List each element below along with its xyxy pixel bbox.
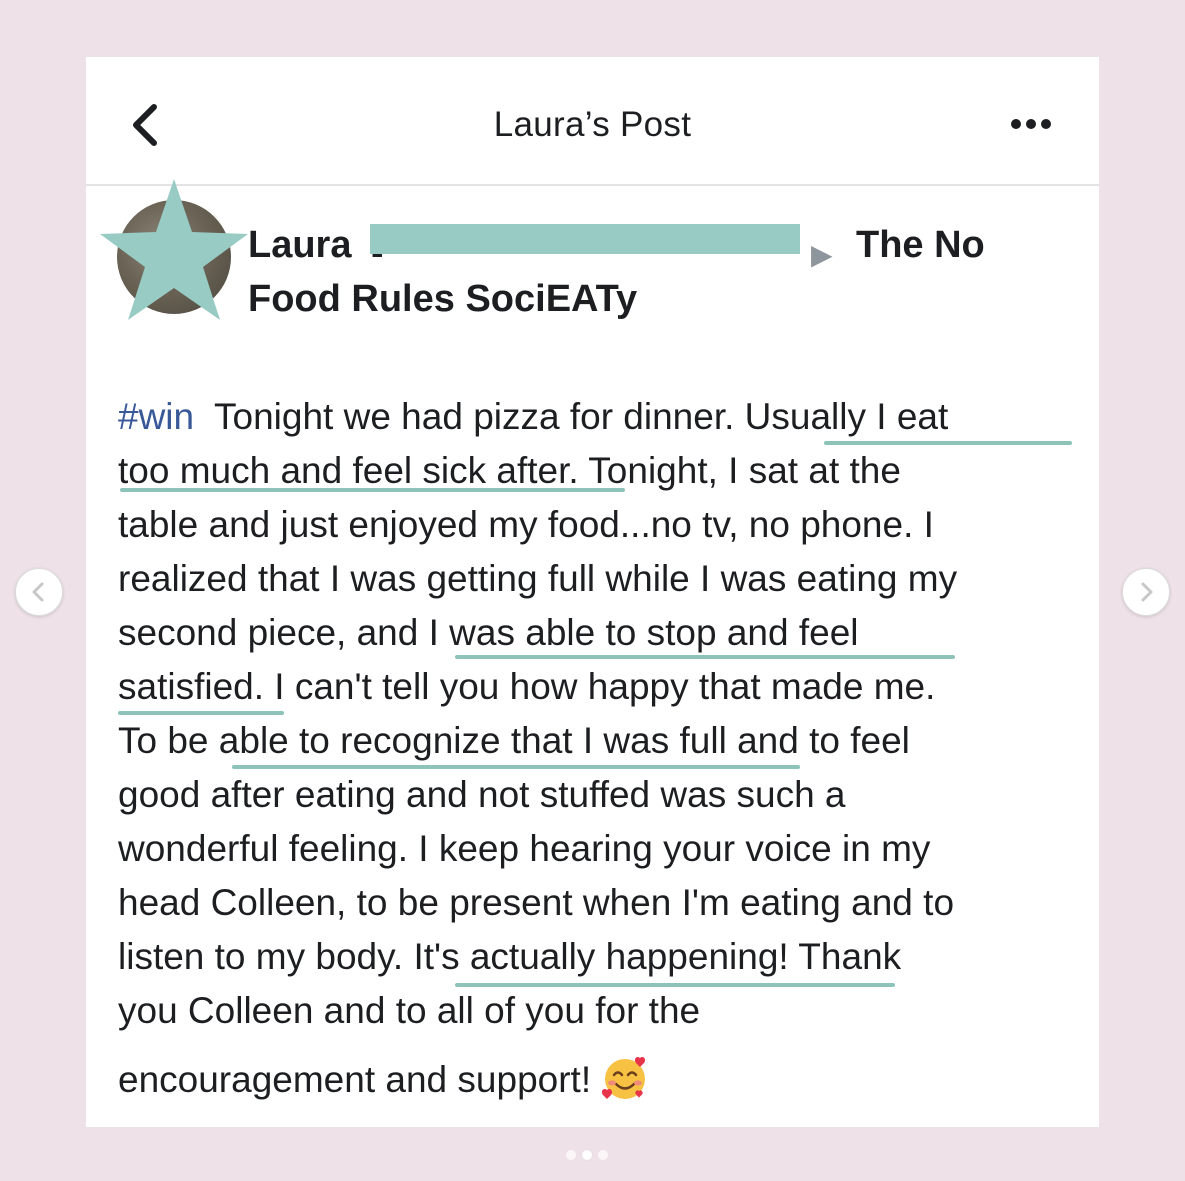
chevron-right-icon <box>1141 582 1153 602</box>
carousel-dot[interactable] <box>566 1150 576 1160</box>
hashtag-link[interactable]: #win <box>118 396 194 437</box>
carousel-next-button[interactable] <box>1122 568 1170 616</box>
smiling-face-with-hearts-icon <box>602 1056 646 1099</box>
post-line: satisfied. I can't tell you how happy th… <box>118 666 936 707</box>
highlight-underline <box>120 488 625 492</box>
post-line: head Colleen, to be present when I'm eat… <box>118 882 955 923</box>
post-line: realized that I was getting full while I… <box>118 558 958 599</box>
group-name-line2[interactable]: Food Rules SociEATy <box>248 272 637 326</box>
highlight-underline <box>824 441 1072 445</box>
author-name[interactable]: Laura <box>248 218 351 272</box>
redaction-bar <box>370 224 800 254</box>
post-line: wonderful feeling. I keep hearing your v… <box>118 828 931 869</box>
post-line: good after eating and not stuffed was su… <box>118 774 846 815</box>
post-line: second piece, and I was able to stop and… <box>118 612 859 653</box>
triangle-right-icon: ▶ <box>811 239 833 270</box>
ellipsis-icon <box>1011 119 1021 129</box>
post-line: To be able to recognize that I was full … <box>118 720 910 761</box>
chevron-left-icon <box>32 582 44 602</box>
highlight-underline <box>455 983 895 987</box>
highlight-underline <box>455 655 955 659</box>
post-line: #win Tonight we had pizza for dinner. Us… <box>118 396 949 437</box>
top-bar: Laura’s Post <box>86 57 1099 186</box>
post-line: too much and feel sick after. Tonight, I… <box>118 450 901 491</box>
star-icon <box>100 179 248 320</box>
group-name-line1[interactable]: The No <box>856 218 985 272</box>
more-options-button[interactable] <box>1011 114 1059 134</box>
post-line: listen to my body. It's actually happeni… <box>118 936 902 977</box>
highlight-underline <box>118 711 284 715</box>
carousel-dot-active[interactable] <box>582 1150 592 1160</box>
post-line: you Colleen and to all of you for the <box>118 990 701 1031</box>
post-line: table and just enjoyed my food...no tv, … <box>118 504 934 545</box>
carousel-prev-button[interactable] <box>15 568 63 616</box>
highlight-underline <box>232 765 800 769</box>
carousel-dot[interactable] <box>598 1150 608 1160</box>
post-line: encouragement and support! <box>118 1054 649 1102</box>
carousel-indicator <box>566 1150 608 1160</box>
page-title: Laura’s Post <box>493 105 692 144</box>
